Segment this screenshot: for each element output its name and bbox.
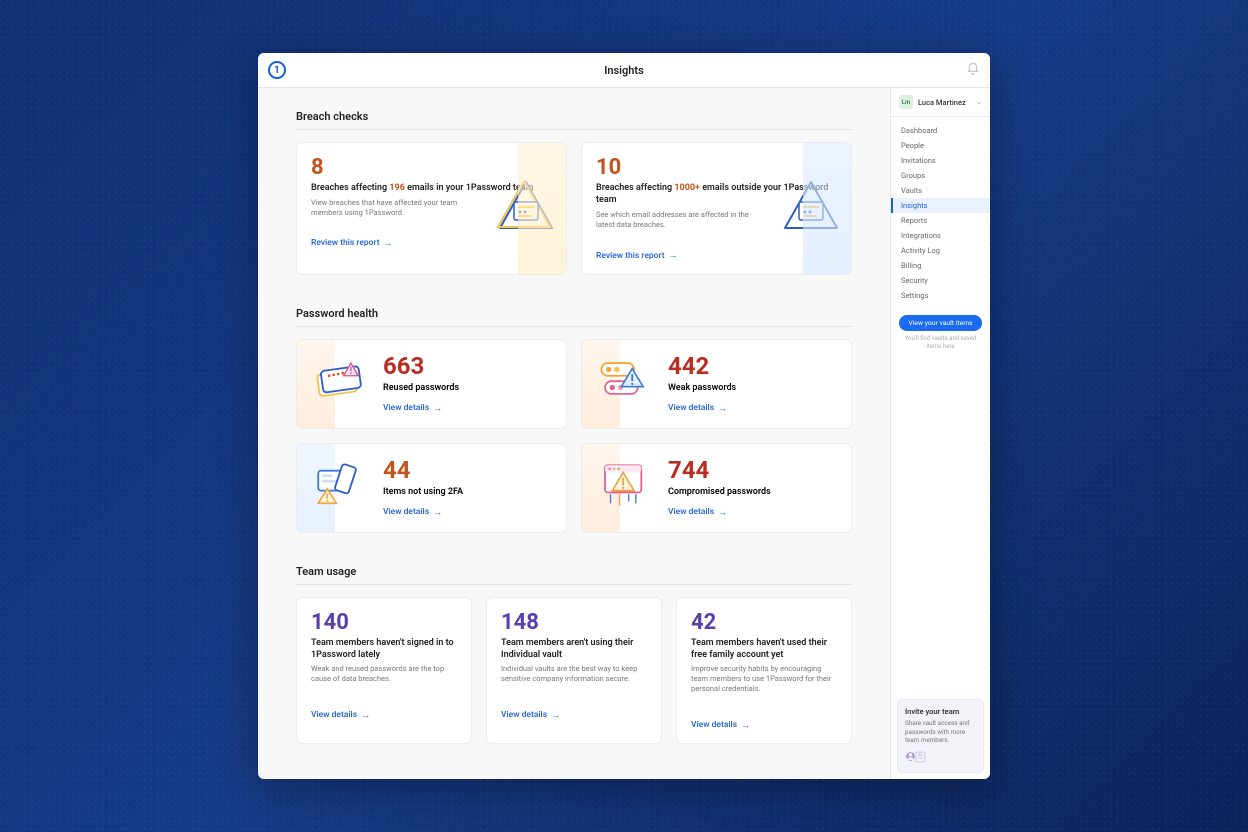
section-title-usage: Team usage [296,555,852,585]
usage-value: 148 [501,610,647,635]
usage-headline: Team members haven't signed in to 1Passw… [311,637,457,661]
health-label: Weak passwords [668,383,736,393]
arrow-right-icon: → [361,710,370,721]
arrow-right-icon: → [433,507,442,518]
view-details-link[interactable]: View details→ [383,507,463,518]
review-report-link[interactable]: Review this report→ [311,238,393,249]
usage-value: 42 [691,610,837,635]
sidebar-item-vaults[interactable]: Vaults [891,183,990,198]
reused-passwords-icon [311,354,369,404]
arrow-right-icon: → [433,403,442,414]
arrow-right-icon: → [718,403,727,414]
usage-card-signin: 140 Team members haven't signed in to 1P… [296,597,472,745]
sidebar-item-reports[interactable]: Reports [891,213,990,228]
arrow-right-icon: → [551,710,560,721]
no-2fa-icon [311,458,369,508]
usage-sub: Individual vaults are the best way to ke… [501,664,647,684]
vault-hint: You'll find vaults and saved items here [891,333,990,353]
health-card-no2fa: 44 Items not using 2FA View details→ [296,443,567,533]
invite-team-box[interactable]: Invite your team Share vault access and … [897,699,984,773]
invite-team-icon [905,748,976,768]
arrow-right-icon: → [384,238,393,249]
sidebar-item-invitations[interactable]: Invitations [891,153,990,168]
breach-sub: View breaches that have affected your te… [311,198,471,218]
health-value: 744 [668,458,771,482]
avatar: Lm [899,95,913,109]
view-details-link[interactable]: View details→ [668,403,736,414]
sidebar-item-billing[interactable]: Billing [891,258,990,273]
invite-title: Invite your team [905,707,976,716]
health-card-reused: 663 Reused passwords View details→ [296,339,567,429]
compromised-passwords-icon [596,458,654,508]
view-details-link[interactable]: View details→ [668,507,771,518]
review-report-link[interactable]: Review this report→ [596,250,678,261]
sidebar: Lm Luca Martinez ⌄ DashboardPeopleInvita… [890,88,990,779]
app-logo-icon: 1 [268,61,286,79]
health-card-compromised: 744 Compromised passwords View details→ [581,443,852,533]
breach-card-external: 10 Breaches affecting 1000+ emails outsi… [581,142,852,275]
app-window: 1 Insights Breach checks 8 Breaches affe… [258,53,990,779]
usage-headline: Team members haven't used their free fam… [691,637,837,661]
health-value: 442 [668,354,736,378]
page-title: Insights [604,64,644,77]
sidebar-item-settings[interactable]: Settings [891,288,990,303]
sidebar-item-security[interactable]: Security [891,273,990,288]
breach-illustration-icon [779,176,843,240]
view-details-link[interactable]: View details→ [383,403,459,414]
arrow-right-icon: → [718,507,727,518]
sidebar-item-insights[interactable]: Insights [891,198,990,213]
breach-illustration-icon [494,176,558,240]
view-details-link[interactable]: View details→ [311,710,370,721]
sidebar-item-dashboard[interactable]: Dashboard [891,123,990,138]
view-details-link[interactable]: View details→ [691,720,750,731]
health-label: Compromised passwords [668,487,771,497]
usage-headline: Team members aren't using their Individu… [501,637,647,661]
main-content: Breach checks 8 Breaches affecting 196 e… [258,88,890,779]
health-label: Items not using 2FA [383,487,463,497]
breach-sub: See which email addresses are affected i… [596,210,756,230]
view-vault-items-button[interactable]: View your vault items [899,315,982,331]
usage-card-individual-vault: 148 Team members aren't using their Indi… [486,597,662,745]
account-menu[interactable]: Lm Luca Martinez ⌄ [891,88,990,117]
section-title-breach: Breach checks [296,100,852,130]
sidebar-item-activity-log[interactable]: Activity Log [891,243,990,258]
notifications-icon[interactable] [966,61,980,80]
sidebar-item-groups[interactable]: Groups [891,168,990,183]
breach-card-internal: 8 Breaches affecting 196 emails in your … [296,142,567,275]
arrow-right-icon: → [741,720,750,731]
chevron-down-icon: ⌄ [976,98,982,106]
health-card-weak: 442 Weak passwords View details→ [581,339,852,429]
user-name: Luca Martinez [918,98,971,107]
usage-value: 140 [311,610,457,635]
view-details-link[interactable]: View details→ [501,710,560,721]
arrow-right-icon: → [669,250,678,261]
sidebar-item-people[interactable]: People [891,138,990,153]
sidebar-nav: DashboardPeopleInvitationsGroupsVaultsIn… [891,117,990,309]
health-value: 663 [383,354,459,378]
titlebar: 1 Insights [258,53,990,88]
usage-sub: Improve security habits by encouraging t… [691,664,837,694]
sidebar-item-integrations[interactable]: Integrations [891,228,990,243]
invite-desc: Share vault access and passwords with mo… [905,719,976,744]
health-value: 44 [383,458,463,482]
section-title-health: Password health [296,297,852,327]
health-label: Reused passwords [383,383,459,393]
usage-card-family-account: 42 Team members haven't used their free … [676,597,852,745]
usage-sub: Weak and reused passwords are the top ca… [311,664,457,684]
weak-passwords-icon [596,354,654,404]
